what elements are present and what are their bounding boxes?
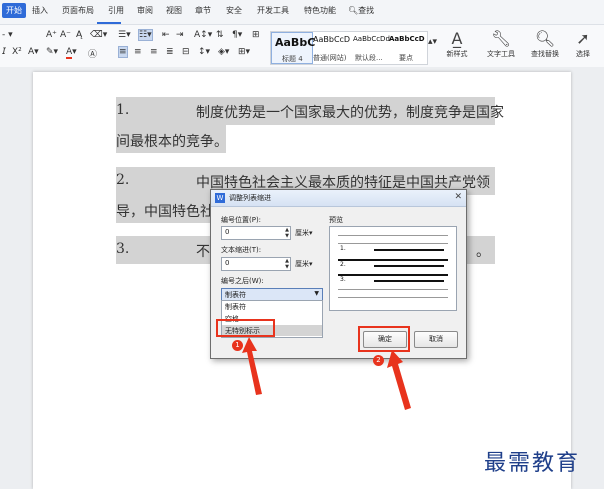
cursor-arrow-icon: ➚ [576, 29, 590, 48]
align-left-icon[interactable]: ≡ [118, 46, 128, 58]
font-color-icon[interactable]: A▾ [66, 47, 77, 59]
number-position-input[interactable]: 0 ▲ ▼ [221, 226, 291, 240]
tab-developer[interactable]: 开发工具 [257, 5, 289, 16]
search-tab[interactable]: 🔍︎查找 [348, 5, 374, 16]
number-position-label: 编号位置(P): [221, 216, 262, 224]
justify-icon[interactable]: ≣ [166, 47, 174, 57]
highlight-box-option [216, 319, 275, 337]
preview-line [338, 289, 448, 290]
highlight-box-ok [358, 326, 410, 352]
list-item-text: 间最根本的竞争。 [116, 134, 228, 150]
preview-line [338, 235, 448, 236]
preview-number: 2. [340, 261, 346, 268]
superscript-icon[interactable]: X² [12, 47, 22, 57]
char-border-icon[interactable]: Ⓐ [88, 47, 97, 60]
increase-indent-icon[interactable]: ⇥ [176, 30, 184, 40]
text-direction-icon[interactable]: A↕▾ [194, 30, 212, 40]
list-item-number: 2. [116, 172, 130, 188]
menu-bar: 开始 插入 页面布局 引用 审阅 视图 章节 安全 开发工具 特色功能 🔍︎查找 [0, 0, 604, 25]
distribute-icon[interactable]: ⊟ [182, 47, 190, 57]
tab-references[interactable]: 引用 [108, 5, 124, 16]
decrease-indent-icon[interactable]: ⇤ [162, 30, 170, 40]
preview-line [374, 280, 444, 282]
list-item-text: 不 [196, 244, 210, 260]
preview-number: 1. [340, 245, 346, 252]
tab-underline [97, 22, 121, 24]
align-right-icon[interactable]: ≡ [150, 47, 158, 57]
step-badge-2: 2 [373, 355, 384, 366]
phonetic-icon[interactable]: Ą [76, 30, 82, 40]
gallery-scroll-icon[interactable]: ▴▾ [428, 37, 437, 47]
preview-line [338, 297, 448, 298]
select-button[interactable]: ➚ 选择 [566, 29, 600, 63]
sort-icon[interactable]: ⇅ [216, 30, 224, 40]
show-marks-icon[interactable]: ¶▾ [232, 30, 242, 40]
tab-view[interactable]: 视图 [166, 5, 182, 16]
line-spacing-icon[interactable]: ↕▾ [198, 47, 210, 57]
style-item-key-points[interactable]: AaBbCcD 要点 [389, 32, 425, 62]
numbered-list-icon[interactable]: ☷▾ [138, 29, 153, 41]
align-center-icon[interactable]: ≡ [134, 47, 142, 57]
text-indent-input[interactable]: 0 ▲ ▼ [221, 257, 291, 271]
style-item-heading4[interactable]: AaBbC 标题 4 [271, 32, 315, 64]
preview-label: 预览 [329, 216, 343, 224]
highlight-icon[interactable]: ✎▾ [46, 47, 58, 57]
find-replace-button[interactable]: 🔍︎ 查找替换 [528, 29, 562, 63]
list-item-number: 1. [116, 102, 130, 118]
style-gallery: AaBbC 标题 4 AaBbCcD 普通(网站) AaBbCcDd 默认段..… [270, 31, 428, 65]
tab-special-features[interactable]: 特色功能 [304, 5, 336, 16]
close-icon[interactable]: ✕ [454, 192, 462, 202]
new-style-button[interactable]: A̲ 新样式 [440, 29, 474, 63]
font-effect-icon[interactable]: A▾ [28, 47, 39, 57]
wps-writer-icon: W [215, 193, 225, 203]
magnifier-icon: 🔍︎ [534, 29, 556, 48]
list-item-text: 导，中国特色社 [116, 204, 214, 220]
preview-line [338, 274, 448, 276]
spinner-arrows-icon[interactable]: ▲ ▼ [285, 258, 289, 270]
tab-security[interactable]: 安全 [226, 5, 242, 16]
unit-dropdown[interactable]: 厘米▾ [295, 259, 313, 269]
cancel-button[interactable]: 取消 [414, 331, 458, 348]
tab-review[interactable]: 审阅 [137, 5, 153, 16]
preview-line [374, 249, 444, 251]
tab-chapter[interactable]: 章节 [195, 5, 211, 16]
new-style-icon: A̲ [451, 29, 463, 48]
preview-pane: 1. 2. 3. [329, 226, 457, 311]
list-item-number: 3. [116, 241, 130, 257]
grow-font-icon[interactable]: A⁺ [46, 30, 57, 40]
dialog-title: 调整列表缩进 [229, 194, 271, 202]
ribbon-toolbar: - ▾ A⁺ A⁻ Ą ⌫▾ ☰▾ ☷▾ ⇤ ⇥ A↕▾ ⇅ ¶▾ ⊞ 𝘐 X²… [0, 25, 604, 68]
shrink-font-icon[interactable]: A⁻ [60, 30, 71, 40]
after-number-label: 编号之后(W): [221, 277, 264, 285]
borders-icon[interactable]: ⊞▾ [238, 47, 250, 57]
option-tab[interactable]: 制表符 [222, 301, 322, 312]
italic-icon[interactable]: 𝘐 [2, 47, 6, 57]
list-item-text: 制度优势是一个国家最大的优势，制度竞争是国家 [196, 105, 504, 121]
wrench-icon: 🔧︎ [490, 29, 512, 48]
tab-home[interactable]: 开始 [2, 3, 26, 18]
unit-dropdown[interactable]: 厘米▾ [295, 228, 313, 238]
preview-line [374, 265, 444, 267]
step-badge-1: 1 [232, 340, 243, 351]
text-tools-button[interactable]: 🔧︎ 文字工具 [484, 29, 518, 63]
tab-page-layout[interactable]: 页面布局 [62, 5, 94, 16]
watermark-logo: 最需教育 [484, 451, 581, 476]
tab-insert[interactable]: 插入 [32, 5, 48, 16]
spinner-arrows-icon[interactable]: ▲ ▼ [285, 227, 289, 239]
font-size-box[interactable]: - ▾ [2, 30, 13, 40]
dialog-title-bar[interactable]: W 调整列表缩进 ✕ [211, 190, 466, 207]
list-item-text: 。 [476, 244, 490, 260]
style-item-default[interactable]: AaBbCcDd 默认段... [353, 32, 390, 62]
chevron-down-icon: ▼ [314, 290, 319, 297]
preview-number: 3. [340, 276, 346, 283]
clear-format-icon[interactable]: ⌫▾ [90, 30, 107, 40]
preview-line [338, 243, 448, 244]
text-indent-label: 文本缩进(T): [221, 246, 262, 254]
table-border-icon[interactable]: ⊞ [252, 30, 260, 40]
bullet-list-icon[interactable]: ☰▾ [118, 30, 131, 40]
preview-line [338, 259, 448, 261]
search-icon: 🔍︎ [348, 6, 359, 15]
style-item-web-normal[interactable]: AaBbCcD 普通(网站) [313, 32, 351, 62]
shading-icon[interactable]: ◈▾ [218, 47, 229, 57]
